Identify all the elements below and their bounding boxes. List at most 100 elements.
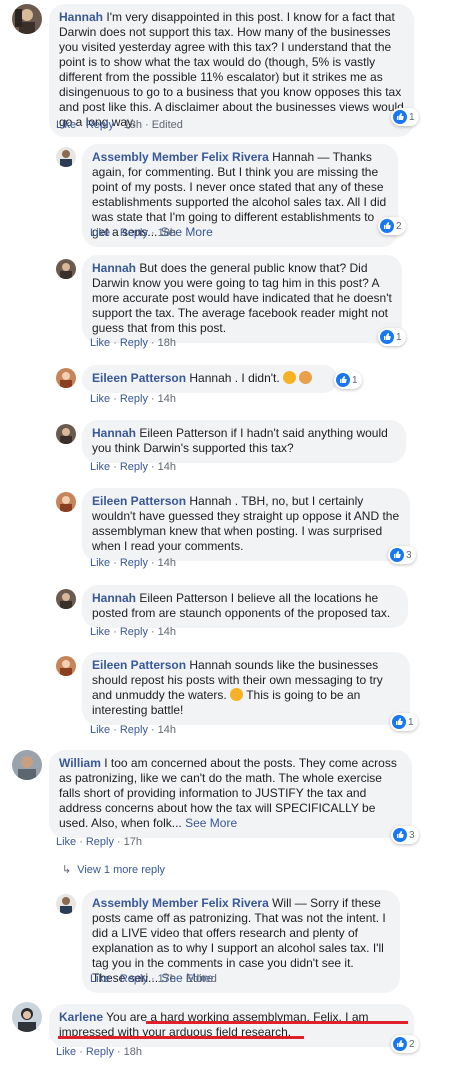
- comment-bubble: Hannah But does the general public know …: [82, 255, 402, 343]
- reaction-count[interactable]: 1: [390, 713, 418, 731]
- comment-bubble: Hannah Eileen Patterson if I hadn't said…: [82, 420, 406, 463]
- like-reaction-icon: [393, 110, 407, 124]
- like-link[interactable]: Like: [90, 724, 110, 736]
- reaction-count[interactable]: 1: [334, 371, 362, 389]
- reaction-count[interactable]: 3: [388, 546, 416, 564]
- like-reaction-icon: [393, 828, 407, 842]
- grinning-emoji-icon: [283, 371, 297, 384]
- timestamp[interactable]: 17h: [124, 836, 142, 848]
- avatar[interactable]: [56, 492, 76, 512]
- comment-author[interactable]: Eileen Patterson: [92, 658, 186, 672]
- comment-text: I'm very disappointed in this post. I kn…: [59, 10, 404, 129]
- reply-link[interactable]: Reply: [120, 626, 148, 638]
- comment-text: You are a hard working assemblyman, Feli…: [59, 1010, 369, 1039]
- like-link[interactable]: Like: [90, 557, 110, 569]
- comment-actions: Like · Reply · 18h: [56, 1046, 143, 1058]
- like-link[interactable]: Like: [90, 393, 110, 405]
- comment-actions: Like · Reply · 17h: [56, 836, 143, 848]
- timestamp[interactable]: 14h: [158, 393, 176, 405]
- avatar[interactable]: [12, 4, 42, 34]
- like-link[interactable]: Like: [90, 337, 110, 349]
- edited-label[interactable]: Edited: [186, 973, 217, 985]
- reply-link[interactable]: Reply: [120, 461, 148, 473]
- comment-bubble: Hannah I'm very disappointed in this pos…: [49, 4, 414, 137]
- reply-link[interactable]: Reply: [120, 724, 148, 736]
- timestamp[interactable]: 18h: [124, 1046, 142, 1058]
- comment-text: Hannah . I didn't.: [189, 371, 280, 385]
- comment-author[interactable]: Hannah: [92, 426, 136, 440]
- timestamp[interactable]: 18h: [158, 227, 176, 239]
- comment-author[interactable]: Assembly Member Felix Rivera: [92, 150, 269, 164]
- reply-link[interactable]: Reply: [120, 557, 148, 569]
- like-link[interactable]: Like: [56, 119, 76, 131]
- comment-author[interactable]: Eileen Patterson: [92, 371, 186, 385]
- timestamp[interactable]: 18h: [158, 337, 176, 349]
- timestamp[interactable]: 14h: [158, 461, 176, 473]
- comment-text: But does the general public know that? D…: [92, 261, 392, 335]
- comment-text: Eileen Patterson if I hadn't said anythi…: [92, 426, 388, 455]
- comment-author[interactable]: Assembly Member Felix Rivera: [92, 896, 269, 910]
- comment-author[interactable]: Hannah: [92, 261, 136, 275]
- reply-link[interactable]: Reply: [86, 1046, 114, 1058]
- comment-actions: Like · Reply · 17h · Edited: [90, 973, 217, 985]
- like-reaction-icon: [393, 1037, 407, 1051]
- like-reaction-icon: [380, 330, 394, 344]
- comment-actions: Like · Reply · 14h: [90, 557, 177, 569]
- avatar[interactable]: [12, 750, 42, 780]
- comment-author[interactable]: Karlene: [59, 1010, 103, 1024]
- see-more-link[interactable]: See More: [185, 816, 237, 830]
- timestamp[interactable]: 14h: [158, 626, 176, 638]
- like-link[interactable]: Like: [90, 973, 110, 985]
- like-link[interactable]: Like: [90, 461, 110, 473]
- comment-bubble: Hannah Eileen Patterson I believe all th…: [82, 585, 408, 628]
- comment-author[interactable]: Eileen Patterson: [92, 494, 186, 508]
- like-reaction-icon: [336, 373, 350, 387]
- like-reaction-icon: [390, 548, 404, 562]
- timestamp[interactable]: 17h: [158, 973, 176, 985]
- avatar[interactable]: [56, 424, 76, 444]
- red-underline-annotation: [146, 1021, 408, 1024]
- like-link[interactable]: Like: [56, 836, 76, 848]
- avatar[interactable]: [56, 589, 76, 609]
- like-reaction-icon: [380, 219, 394, 233]
- reaction-count[interactable]: 2: [391, 1035, 419, 1053]
- edited-label[interactable]: Edited: [152, 119, 183, 131]
- reply-link[interactable]: Reply: [120, 393, 148, 405]
- avatar[interactable]: [56, 656, 76, 676]
- reaction-count[interactable]: 2: [378, 217, 406, 235]
- avatar[interactable]: [56, 894, 76, 914]
- reply-link[interactable]: Reply: [120, 227, 148, 239]
- like-link[interactable]: Like: [90, 626, 110, 638]
- like-link[interactable]: Like: [56, 1046, 76, 1058]
- reaction-count[interactable]: 1: [378, 328, 406, 346]
- thinking-emoji-icon: [230, 688, 244, 701]
- like-reaction-icon: [392, 715, 406, 729]
- avatar[interactable]: [56, 147, 76, 167]
- comment-actions: Like · Reply · 14h: [90, 393, 177, 405]
- timestamp[interactable]: 14h: [158, 557, 176, 569]
- reply-link[interactable]: Reply: [86, 119, 114, 131]
- like-link[interactable]: Like: [90, 227, 110, 239]
- avatar[interactable]: [56, 368, 76, 388]
- timestamp[interactable]: 14h: [158, 724, 176, 736]
- reply-link[interactable]: Reply: [120, 337, 148, 349]
- timestamp[interactable]: 18h: [124, 119, 142, 131]
- comment-text: Eileen Patterson I believe all the locat…: [92, 591, 391, 620]
- comment-author[interactable]: William: [59, 756, 101, 770]
- comment-bubble: Eileen Patterson Hannah . TBH, no, but I…: [82, 488, 410, 561]
- hugging-emoji-icon: [299, 371, 313, 384]
- comment-author[interactable]: Hannah: [59, 10, 103, 24]
- avatar[interactable]: [56, 259, 76, 279]
- avatar[interactable]: [12, 1002, 42, 1032]
- comment-actions: Like · Reply · 14h: [90, 626, 177, 638]
- reply-link[interactable]: Reply: [86, 836, 114, 848]
- comment-bubble: Eileen Patterson Hannah sounds like the …: [82, 652, 410, 725]
- comment-actions: Like · Reply · 14h: [90, 461, 177, 473]
- reaction-count[interactable]: 1: [391, 108, 419, 126]
- reaction-count[interactable]: 3: [391, 826, 419, 844]
- reply-link[interactable]: Reply: [120, 973, 148, 985]
- comment-author[interactable]: Hannah: [92, 591, 136, 605]
- comment-bubble: William I too am concerned about the pos…: [49, 750, 412, 838]
- reply-arrow-icon: ↳: [62, 864, 72, 876]
- view-more-replies-link[interactable]: ↳ View 1 more reply: [62, 863, 165, 876]
